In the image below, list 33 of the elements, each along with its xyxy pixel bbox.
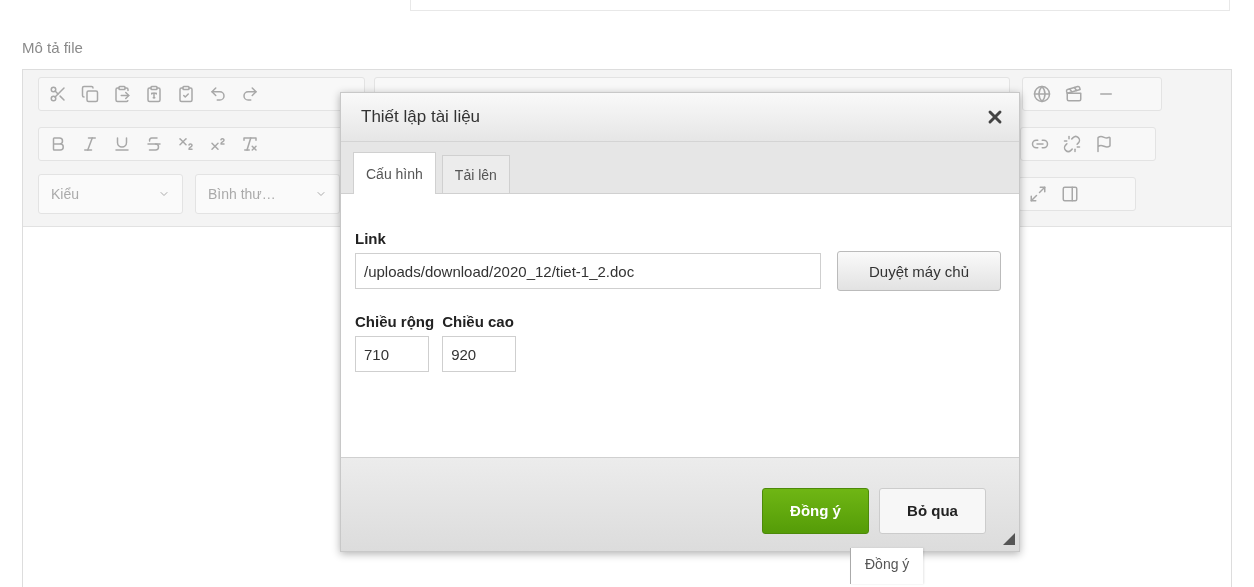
superscript-icon[interactable] [209,135,227,153]
cancel-button[interactable]: Bỏ qua [879,487,986,534]
size-label: Chiều rộng [355,313,435,330]
show-blocks-icon[interactable] [1061,185,1079,203]
globe-icon[interactable] [1033,85,1051,103]
copy-icon[interactable] [81,85,99,103]
link-label: Link [355,230,387,247]
subscript-icon[interactable] [177,135,195,153]
resize-handle-icon[interactable] [1003,533,1015,545]
cut-icon[interactable] [49,85,67,103]
dialog-title: Thiết lập tài liệu [361,107,481,127]
flag-icon[interactable] [1095,135,1113,153]
size-field[interactable]: 710 [355,336,429,372]
tab[interactable]: Cấu hình [353,152,436,194]
undo-icon[interactable] [209,85,227,103]
clapperboard-icon[interactable] [1065,85,1083,103]
link-field[interactable]: /uploads/download/2020_12/tiet-1_2.doc [355,253,821,289]
tab[interactable]: Tải lên [441,155,510,193]
italic-icon[interactable] [81,135,99,153]
paste-text-icon[interactable] [145,85,163,103]
field-label: Mô tả file [22,39,84,58]
tooltip: Đồng ý [850,548,924,584]
browse-server-button[interactable]: Duyệt máy chủ [837,251,1001,291]
redo-icon[interactable] [241,85,259,103]
paste-word-icon[interactable] [177,85,195,103]
size-label: Chiều cao [442,313,515,330]
remove-format-icon[interactable] [241,135,259,153]
paste-icon[interactable] [113,85,131,103]
unlink-icon[interactable] [1063,135,1081,153]
underline-icon[interactable] [113,135,131,153]
strikethrough-icon[interactable] [145,135,163,153]
maximize-icon[interactable] [1029,185,1047,203]
size-field[interactable]: 920 [442,336,517,372]
